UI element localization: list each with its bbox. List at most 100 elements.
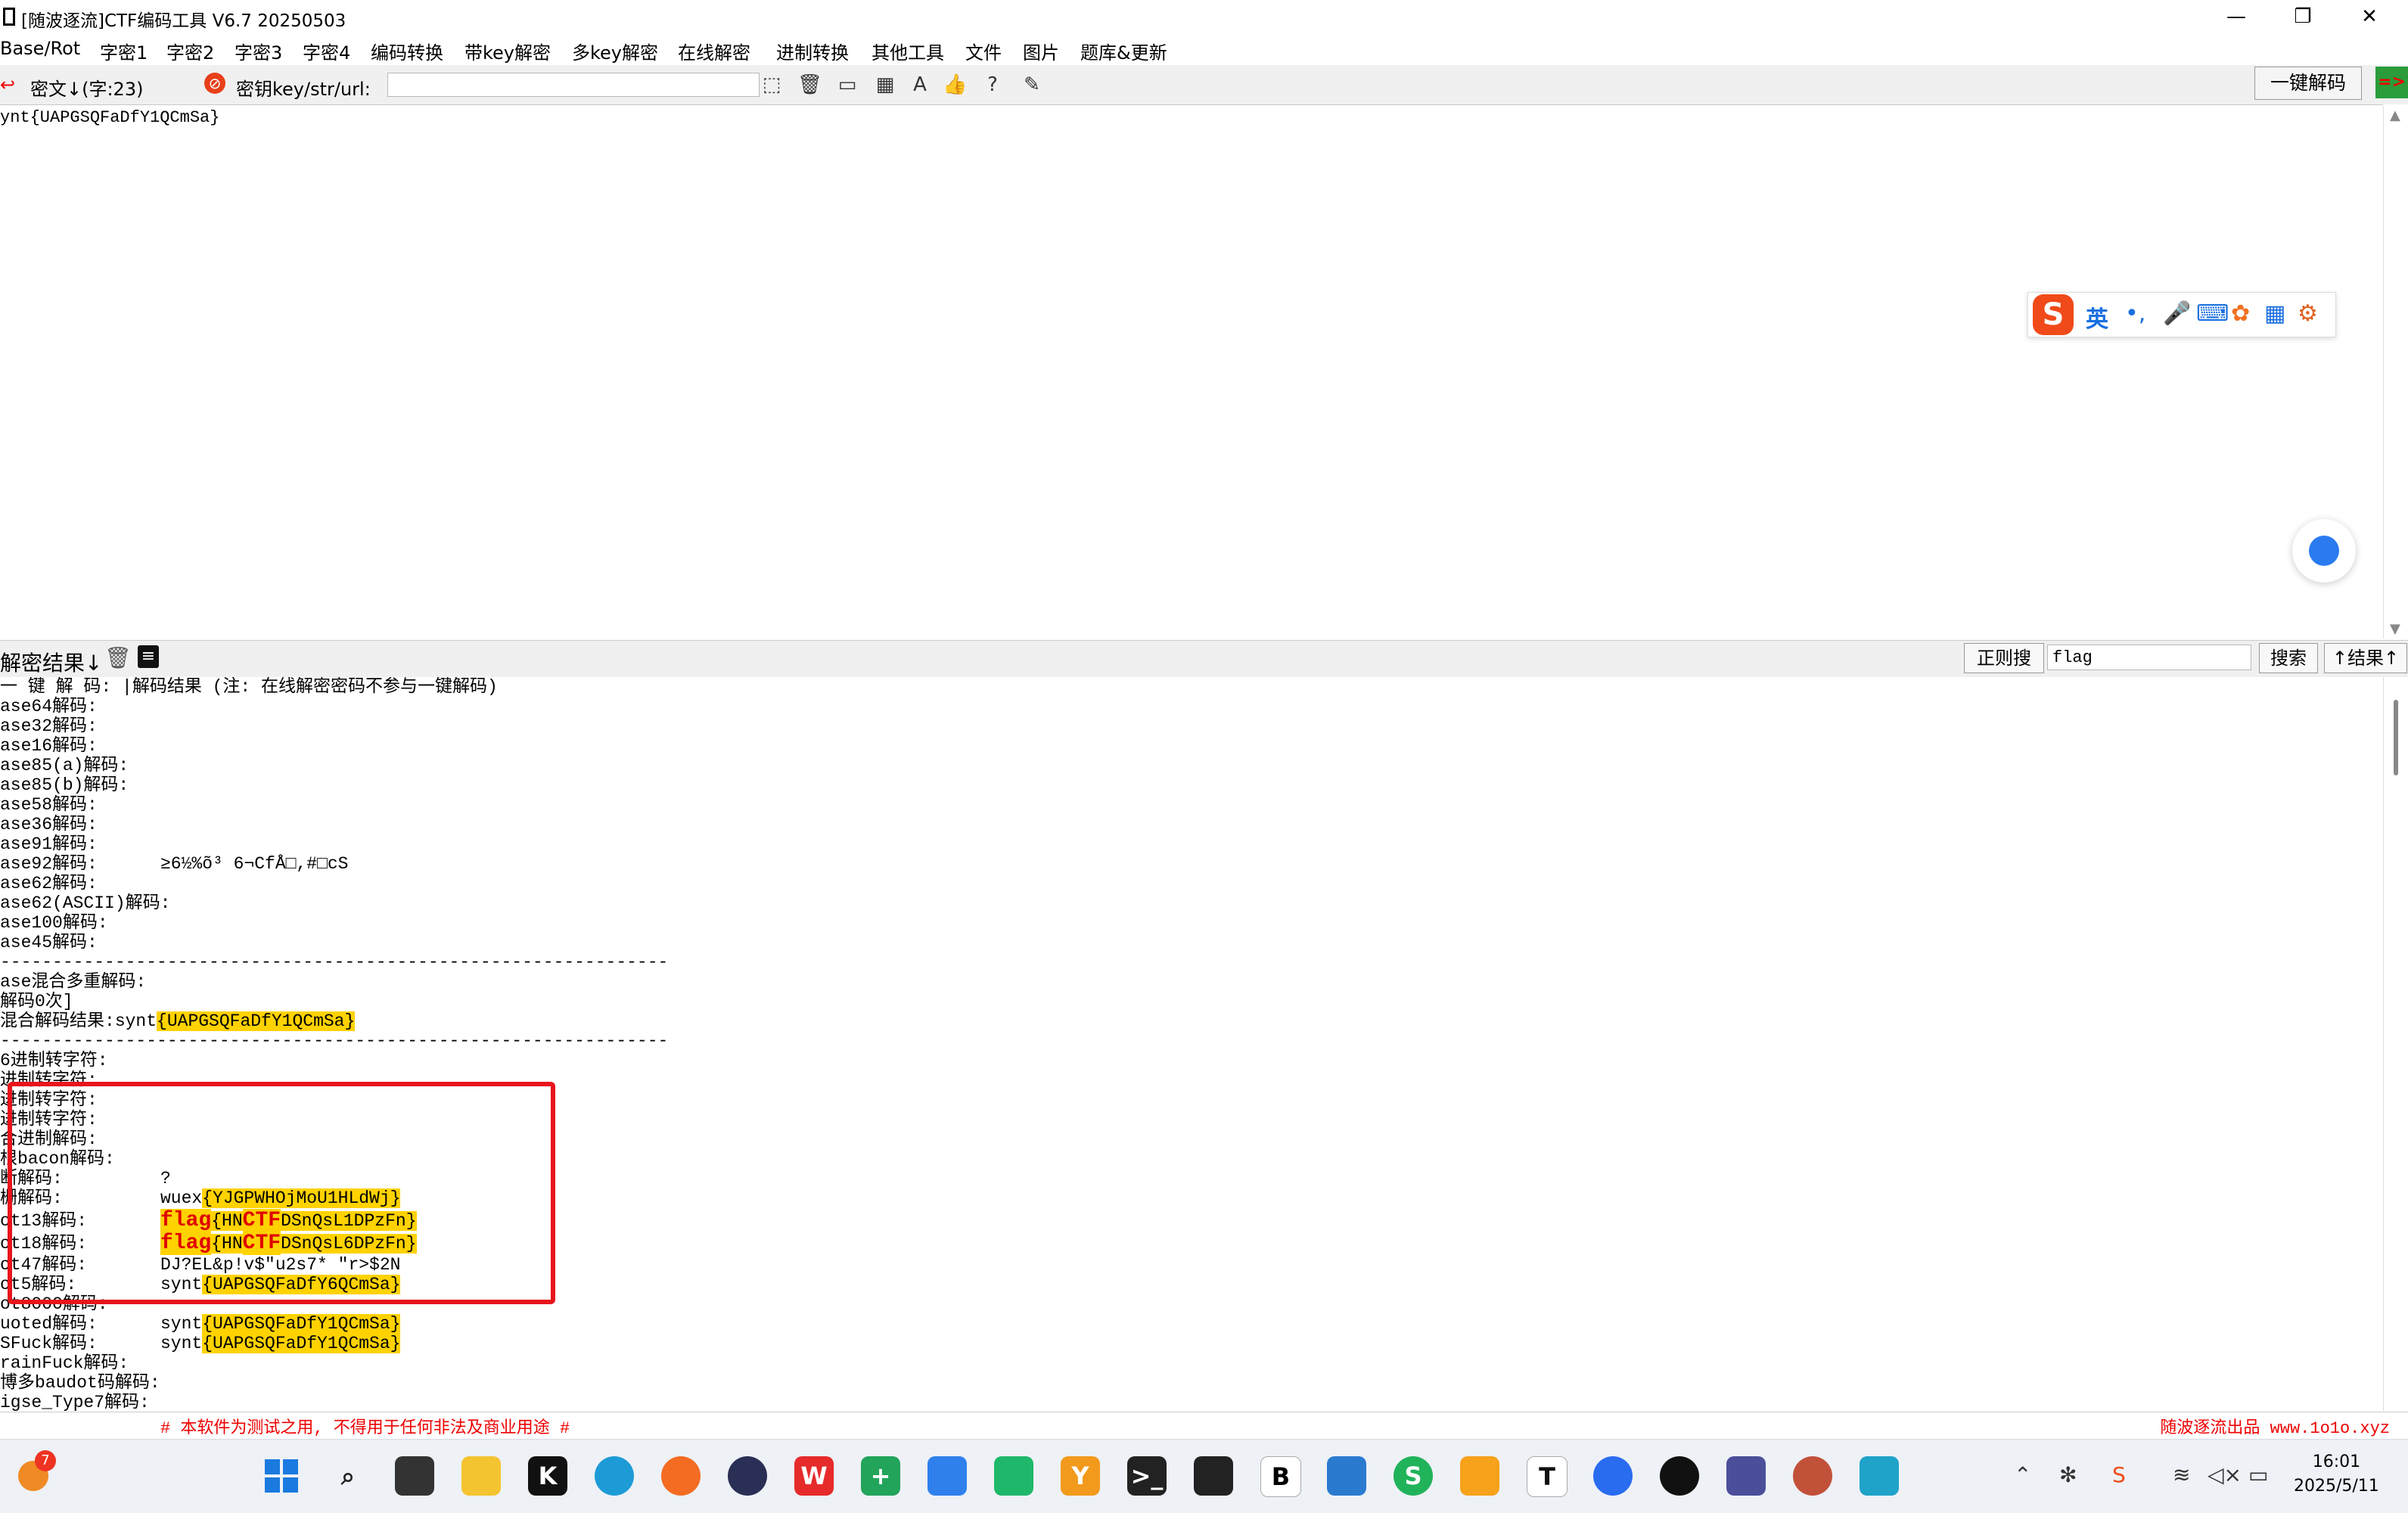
avatar-app-icon[interactable] (1793, 1456, 1832, 1496)
clear-key-icon[interactable]: ⊘ (204, 73, 225, 94)
search-icon[interactable]: ⌕ (328, 1456, 368, 1496)
result-label: 解密结果↓ (0, 651, 103, 676)
qq-icon[interactable] (1660, 1456, 1699, 1496)
menu-online-decrypt[interactable]: 在线解密 (678, 38, 750, 64)
edge-icon[interactable] (595, 1456, 634, 1496)
title-bar: [随波逐流]CTF编码工具 V6.7 20250503 — ❐ ✕ (0, 0, 2408, 33)
s-app-icon[interactable]: S (1394, 1456, 1433, 1496)
menu-base-rot[interactable]: Base/Rot (0, 38, 80, 59)
sheets-icon[interactable]: + (861, 1456, 900, 1496)
result-up-button[interactable]: ↑结果↑ (2324, 643, 2407, 673)
mic-icon[interactable]: 🎤 (2163, 300, 2191, 327)
edit-icon[interactable]: ✎ (1020, 73, 1044, 97)
bird-app-icon[interactable] (1327, 1456, 1366, 1496)
pick-icon[interactable]: ⬚ (760, 73, 784, 97)
app-icon (3, 8, 15, 26)
terminal-app-icon[interactable]: >_ (1127, 1456, 1167, 1496)
maximize-button[interactable]: ❐ (2273, 3, 2333, 30)
scroll-up-icon[interactable]: ▲ (2390, 107, 2400, 123)
cat-app-icon[interactable] (1726, 1456, 1766, 1496)
one-key-decode-button[interactable]: 一键解码 (2254, 67, 2362, 100)
menu-file[interactable]: 文件 (965, 38, 1002, 64)
scroll-thumb[interactable] (2394, 700, 2398, 775)
cipher-input-area[interactable]: ynt{UAPGSQFaDfY1QCmSa} (0, 104, 2383, 639)
input-scrollbar[interactable]: ▲ ▼ (2383, 106, 2408, 638)
notes-app-icon[interactable] (1860, 1456, 1899, 1496)
menu-other-tools[interactable]: 其他工具 (872, 38, 944, 64)
ime-punct[interactable]: •, (2125, 300, 2145, 327)
ime-toolbar: S 英 •, 🎤 ⌨ ✿ ▦ ⚙ (2027, 292, 2336, 337)
chat-app-icon[interactable] (1593, 1456, 1633, 1496)
minimize-button[interactable]: — (2206, 3, 2267, 30)
floating-assistant-button[interactable] (2292, 519, 2356, 583)
search-button[interactable]: 搜索 (2259, 643, 2318, 673)
task-view-icon[interactable] (395, 1456, 434, 1496)
menu-zimi2[interactable]: 字密2 (166, 38, 214, 64)
start-icon[interactable] (262, 1456, 301, 1496)
kimi-icon[interactable]: K (528, 1456, 567, 1496)
result-header-line: 一 键 解 码: |解码结果 (注: 在线解密密码不参与一键解码) (0, 677, 498, 697)
firefox-icon[interactable] (661, 1456, 701, 1496)
wps-icon[interactable]: W (794, 1456, 834, 1496)
volume-icon[interactable]: ◁× (2208, 1462, 2242, 1487)
menu-key-decrypt[interactable]: 带key解密 (465, 38, 551, 64)
menu-multi-key-decrypt[interactable]: 多key解密 (572, 38, 658, 64)
clock-time: 16:01 (2312, 1452, 2361, 1471)
font-icon[interactable]: A (908, 73, 932, 97)
file-explorer-icon[interactable] (461, 1456, 501, 1496)
skin-icon[interactable]: ✿ (2231, 300, 2250, 327)
keyboard-icon[interactable]: ⌨ (2196, 300, 2229, 327)
battery-icon[interactable]: ▭ (2248, 1462, 2268, 1487)
wifi-icon[interactable]: ≋ (2173, 1462, 2190, 1487)
clear-result-icon[interactable]: 🗑 (104, 645, 132, 670)
menu-image[interactable]: 图片 (1023, 38, 1059, 64)
mix-title: ase混合多重解码: (0, 972, 147, 992)
regex-search-button[interactable]: 正则搜 (1964, 643, 2044, 673)
menu-bar: Base/Rot 字密1 字密2 字密3 字密4 编码转换 带key解密 多ke… (0, 33, 2408, 64)
cipher-arrow-icon: ↩ (0, 74, 16, 95)
tray-expand-icon[interactable]: ⌃ (2014, 1462, 2031, 1487)
apps-icon[interactable]: ▦ (2264, 300, 2285, 327)
help-icon[interactable]: ? (980, 73, 1005, 97)
key-label: 密钥key/str/url: (236, 79, 371, 100)
cloud-icon[interactable] (927, 1456, 967, 1496)
menu-question-bank[interactable]: 题库&更新 (1080, 38, 1167, 64)
clock[interactable]: 16:01 2025/5/11 (2294, 1450, 2379, 1499)
cipher-label: 密文↓(字:23) (30, 79, 144, 100)
app-circle-icon[interactable] (728, 1456, 767, 1496)
author-text: 随波逐流出品 www.1o1o.xyz (2160, 1419, 2390, 1438)
notification-badge: 7 (35, 1450, 56, 1471)
result-scrollbar[interactable] (2383, 677, 2408, 1411)
key-toolbar: ↩ 密文↓(字:23) ⊘ 密钥key/str/url: (0, 65, 2408, 104)
menu-encoding[interactable]: 编码转换 (371, 38, 443, 64)
table-icon[interactable]: ▦ (873, 73, 897, 97)
terminal-icon[interactable]: ▭ (835, 73, 859, 97)
menu-zimi1[interactable]: 字密1 (100, 38, 148, 64)
trash-icon[interactable]: 🗑 (797, 73, 822, 97)
menu-radix-convert[interactable]: 进制转换 (776, 38, 849, 64)
shop-icon[interactable] (994, 1456, 1033, 1496)
menu-zimi3[interactable]: 字密3 (235, 38, 282, 64)
tool-icon[interactable]: ⚙ (2298, 300, 2318, 327)
thumb-up-icon[interactable]: 👍 (943, 73, 967, 97)
close-button[interactable]: ✕ (2339, 3, 2400, 30)
disclaimer-text: # 本软件为测试之用, 不得用于任何非法及商业用途 # (160, 1419, 570, 1438)
mix-result: 混合解码结果:synt{UAPGSQFaDfY1QCmSa} (0, 1011, 356, 1031)
arrow-button[interactable]: => (2375, 67, 2408, 98)
mix-count: 解码0次] (0, 992, 73, 1011)
remote-app-icon[interactable] (1460, 1456, 1499, 1496)
dark-app-icon[interactable] (1194, 1456, 1233, 1496)
scroll-down-icon[interactable]: ▼ (2390, 621, 2400, 637)
status-bar: # 本软件为测试之用, 不得用于任何非法及商业用途 # 随波逐流出品 www.1… (0, 1412, 2408, 1438)
ctf-tool-icon[interactable]: B (1260, 1456, 1301, 1497)
ime-lang[interactable]: 英 (2086, 300, 2108, 334)
sogou-logo[interactable]: S (2033, 294, 2074, 335)
tray-app-icon[interactable]: ✻ (2059, 1462, 2077, 1487)
app-y-icon[interactable]: Y (1061, 1456, 1100, 1496)
menu-zimi4[interactable]: 字密4 (303, 38, 350, 64)
search-input[interactable]: flag (2047, 645, 2251, 670)
copy-result-icon[interactable]: ≡ (138, 645, 159, 668)
typora-icon[interactable]: T (1527, 1456, 1568, 1497)
key-input[interactable] (387, 73, 760, 97)
ime-tray-icon[interactable]: S (2112, 1462, 2126, 1487)
